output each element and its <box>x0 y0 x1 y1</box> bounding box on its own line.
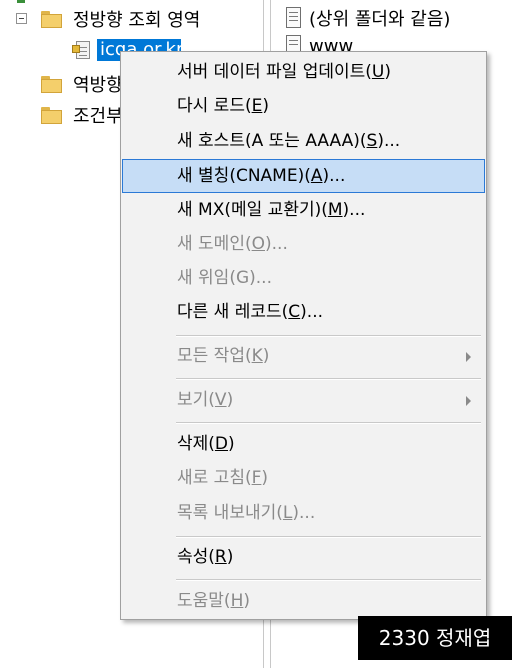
chevron-right-icon <box>466 396 471 406</box>
tree-item-label: 정방향 조회 영역 <box>73 10 201 31</box>
menu-separator <box>176 335 481 337</box>
document-icon <box>284 7 304 29</box>
context-menu: 서버 데이터 파일 업데이트(U) 다시 로드(E) 새 호스트(A 또는 AA… <box>120 51 487 620</box>
menu-separator <box>176 378 481 380</box>
menu-item-new-delegation[interactable]: 새 위임(G)... <box>122 263 485 293</box>
menu-item-new-domain[interactable]: 새 도메인(O)... <box>122 229 485 259</box>
tree-item-reverse-zones[interactable]: 역방향 <box>41 71 123 97</box>
menu-item-new-host[interactable]: 새 호스트(A 또는 AAAA)(S)... <box>122 126 485 156</box>
menu-item-view[interactable]: 보기(V) <box>122 385 485 415</box>
tree-item-label: 조건부 <box>73 106 123 127</box>
folder-icon <box>41 75 63 93</box>
collapse-icon[interactable] <box>16 13 27 24</box>
menu-item-new-mx[interactable]: 새 MX(메일 교환기)(M)... <box>122 195 485 225</box>
tree-item-conditional-forwarders[interactable]: 조건부 <box>41 102 123 128</box>
menu-item-update-server-data-file[interactable]: 서버 데이터 파일 업데이트(U) <box>122 57 485 87</box>
menu-separator <box>176 536 481 538</box>
menu-item-other-new-records[interactable]: 다른 새 레코드(C)... <box>122 297 485 327</box>
folder-icon <box>41 106 63 124</box>
menu-item-properties[interactable]: 속성(R) <box>122 542 485 572</box>
folder-icon <box>41 10 63 28</box>
partial-icon <box>17 0 25 3</box>
menu-item-refresh[interactable]: 새로 고침(F) <box>122 463 485 493</box>
zone-file-icon <box>72 40 92 60</box>
record-row-parent[interactable]: (상위 폴더와 같음) <box>284 5 450 31</box>
menu-separator <box>176 422 481 424</box>
menu-separator <box>176 579 481 581</box>
menu-item-delete[interactable]: 삭제(D) <box>122 429 485 459</box>
tree-item-forward-zones[interactable]: 정방향 조회 영역 <box>41 6 200 32</box>
record-name: (상위 폴더와 같음) <box>309 9 451 30</box>
chevron-right-icon <box>466 352 471 362</box>
menu-item-export-list[interactable]: 목록 내보내기(L)... <box>122 498 485 528</box>
dns-manager-window: 정방향 조회 영역 icqa.or.kr 역방향 조건부 (상위 폴더와 같음) <box>0 0 519 668</box>
menu-item-all-tasks[interactable]: 모든 작업(K) <box>122 341 485 371</box>
tree-item-label: 역방향 <box>73 75 123 96</box>
caption-overlay: 2330 정재엽 <box>358 616 512 660</box>
menu-item-new-alias-cname[interactable]: 새 별칭(CNAME)(A)... <box>122 159 485 193</box>
menu-item-reload[interactable]: 다시 로드(E) <box>122 91 485 121</box>
menu-item-help[interactable]: 도움말(H) <box>122 586 485 616</box>
